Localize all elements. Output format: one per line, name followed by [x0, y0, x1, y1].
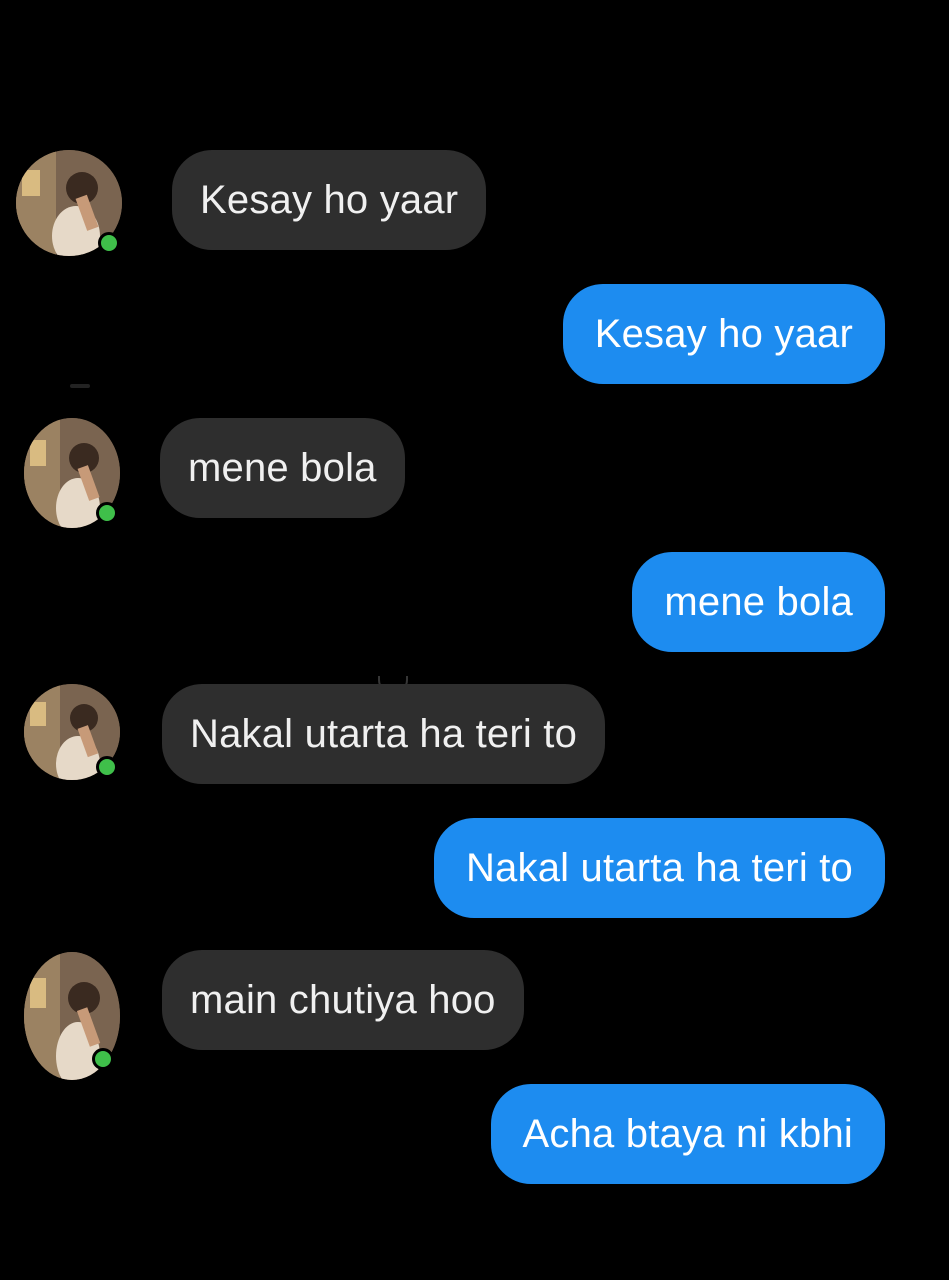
outgoing-message-bubble[interactable]: mene bola	[632, 552, 885, 652]
contact-avatar[interactable]	[24, 684, 120, 780]
online-status-dot	[96, 756, 118, 778]
incoming-message-bubble[interactable]: main chutiya hoo	[162, 950, 524, 1050]
incoming-message-bubble[interactable]: mene bola	[160, 418, 405, 518]
outgoing-message-bubble[interactable]: Acha btaya ni kbhi	[490, 1084, 885, 1184]
online-status-dot	[98, 232, 120, 254]
online-status-dot	[96, 502, 118, 524]
incoming-message-bubble[interactable]: Kesay ho yaar	[172, 150, 487, 250]
contact-avatar[interactable]	[16, 150, 122, 256]
incoming-message-bubble[interactable]: Nakal utarta ha teri to	[162, 684, 606, 784]
contact-avatar[interactable]	[24, 418, 120, 528]
online-status-dot	[92, 1048, 114, 1070]
outgoing-message-bubble[interactable]: Nakal utarta ha teri to	[433, 818, 885, 918]
outgoing-message-bubble[interactable]: Kesay ho yaar	[562, 284, 885, 384]
chat-thread: Kesay ho yaar Kesay ho yaar mene bola me…	[0, 0, 949, 1280]
contact-avatar[interactable]	[24, 952, 120, 1080]
faint-artifact	[70, 384, 90, 388]
